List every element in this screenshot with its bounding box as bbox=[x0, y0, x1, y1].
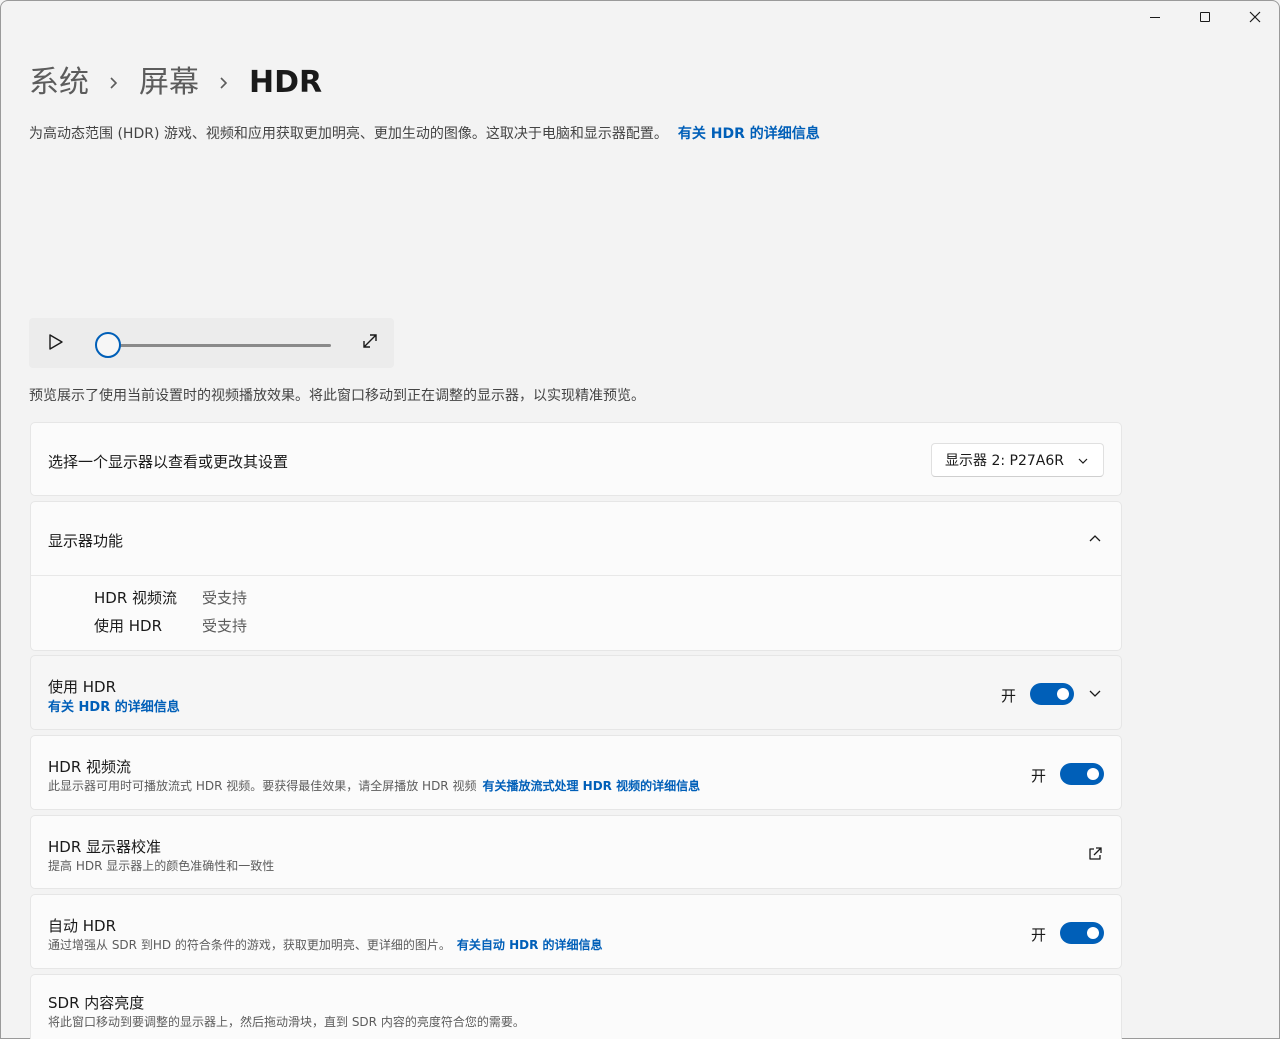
auto-hdr-subtitle: 通过增强从 SDR 到HD 的符合条件的游戏，获取更加明亮、更详细的图片。 有关自… bbox=[48, 936, 603, 953]
minimize-button[interactable] bbox=[1130, 0, 1180, 34]
sdr-brightness-card: SDR 内容亮度 将此窗口移动到要调整的显示器上，然后拖动滑块，直到 SDR 内… bbox=[30, 974, 1122, 1039]
sdr-brightness-subtitle: 将此窗口移动到要调整的显示器上，然后拖动滑块，直到 SDR 内容的亮度符合您的需… bbox=[48, 1015, 525, 1029]
capabilities-title: 显示器功能 bbox=[48, 532, 124, 550]
hdr-video-info-link[interactable]: 有关播放流式处理 HDR 视频的详细信息 bbox=[482, 779, 700, 793]
hdr-video-title: HDR 视频流 bbox=[48, 758, 132, 776]
minimize-icon bbox=[1150, 16, 1160, 18]
auto-hdr-info-link[interactable]: 有关自动 HDR 的详细信息 bbox=[457, 938, 603, 952]
sdr-brightness-title: SDR 内容亮度 bbox=[48, 994, 145, 1012]
close-button[interactable] bbox=[1230, 0, 1280, 34]
hdr-calibration-subtitle: 提高 HDR 显示器上的颜色准确性和一致性 bbox=[48, 859, 275, 873]
video-preview-player bbox=[29, 318, 394, 368]
display-select-label: 选择一个显示器以查看或更改其设置 bbox=[48, 453, 289, 471]
use-hdr-card[interactable]: 使用 HDR 有关 HDR 的详细信息 开 bbox=[30, 655, 1122, 730]
playback-slider-track[interactable] bbox=[109, 344, 331, 347]
toggle-state-label: 开 bbox=[1031, 767, 1047, 785]
toggle-knob bbox=[1057, 688, 1069, 700]
toggle-state-label: 开 bbox=[1001, 687, 1017, 705]
capability-name: HDR 视频流 bbox=[94, 589, 178, 607]
page-description: 为高动态范围 (HDR) 游戏、视频和应用获取更加明亮、更加生动的图像。这取决于… bbox=[29, 124, 820, 144]
preview-note: 预览展示了使用当前设置时的视频播放效果。将此窗口移动到正在调整的显示器，以实现精… bbox=[29, 388, 645, 404]
page-title: HDR bbox=[249, 65, 323, 100]
display-dropdown-value: 显示器 2: P27A6R bbox=[945, 453, 1064, 469]
hdr-video-subtitle: 此显示器可用时可播放流式 HDR 视频。要获得最佳效果，请全屏播放 HDR 视频… bbox=[48, 777, 700, 794]
chevron-right-icon bbox=[109, 76, 119, 90]
use-hdr-title: 使用 HDR bbox=[48, 678, 117, 696]
chevron-up-icon[interactable] bbox=[1088, 532, 1102, 546]
maximize-button[interactable] bbox=[1180, 0, 1230, 34]
chevron-down-icon[interactable] bbox=[1088, 686, 1102, 700]
maximize-icon bbox=[1200, 12, 1210, 22]
capability-value: 受支持 bbox=[202, 589, 248, 607]
auto-hdr-toggle[interactable] bbox=[1060, 922, 1104, 944]
chevron-down-icon bbox=[1078, 458, 1088, 464]
display-select-card: 选择一个显示器以查看或更改其设置 显示器 2: P27A6R bbox=[30, 422, 1122, 496]
hdr-video-toggle[interactable] bbox=[1060, 763, 1104, 785]
chevron-right-icon bbox=[219, 76, 229, 90]
close-icon bbox=[1249, 11, 1261, 23]
auto-hdr-description: 通过增强从 SDR 到HD 的符合条件的游戏，获取更加明亮、更详细的图片。 bbox=[48, 938, 451, 952]
open-external-icon[interactable] bbox=[1087, 846, 1103, 862]
capability-value: 受支持 bbox=[202, 617, 248, 635]
breadcrumb: 系统 屏幕 HDR bbox=[29, 60, 322, 106]
playback-slider-thumb[interactable] bbox=[95, 332, 121, 358]
capability-row: HDR 视频流 受支持 bbox=[94, 587, 247, 608]
hdr-calibration-card[interactable]: HDR 显示器校准 提高 HDR 显示器上的颜色准确性和一致性 bbox=[30, 815, 1122, 889]
auto-hdr-card: 自动 HDR 通过增强从 SDR 到HD 的符合条件的游戏，获取更加明亮、更详细… bbox=[30, 894, 1122, 969]
breadcrumb-display[interactable]: 屏幕 bbox=[139, 60, 199, 106]
capability-row: 使用 HDR 受支持 bbox=[94, 615, 247, 636]
auto-hdr-title: 自动 HDR bbox=[48, 917, 117, 935]
use-hdr-info-link[interactable]: 有关 HDR 的详细信息 bbox=[48, 696, 180, 715]
expand-icon[interactable] bbox=[360, 331, 380, 351]
breadcrumb-system[interactable]: 系统 bbox=[29, 60, 89, 106]
divider bbox=[31, 575, 1121, 576]
hdr-video-description: 此显示器可用时可播放流式 HDR 视频。要获得最佳效果，请全屏播放 HDR 视频 bbox=[48, 779, 477, 793]
hdr-info-link[interactable]: 有关 HDR 的详细信息 bbox=[678, 126, 820, 142]
capability-name: 使用 HDR bbox=[94, 617, 163, 635]
toggle-knob bbox=[1087, 768, 1099, 780]
play-icon[interactable] bbox=[47, 333, 65, 351]
toggle-knob bbox=[1087, 927, 1099, 939]
description-text: 为高动态范围 (HDR) 游戏、视频和应用获取更加明亮、更加生动的图像。这取决于… bbox=[29, 126, 668, 142]
use-hdr-toggle[interactable] bbox=[1030, 683, 1074, 705]
hdr-video-card: HDR 视频流 此显示器可用时可播放流式 HDR 视频。要获得最佳效果，请全屏播… bbox=[30, 735, 1122, 810]
toggle-state-label: 开 bbox=[1031, 926, 1047, 944]
display-capabilities-card: 显示器功能 HDR 视频流 受支持 使用 HDR 受支持 bbox=[30, 501, 1122, 651]
display-dropdown[interactable]: 显示器 2: P27A6R bbox=[931, 443, 1104, 477]
hdr-calibration-title: HDR 显示器校准 bbox=[48, 838, 162, 856]
